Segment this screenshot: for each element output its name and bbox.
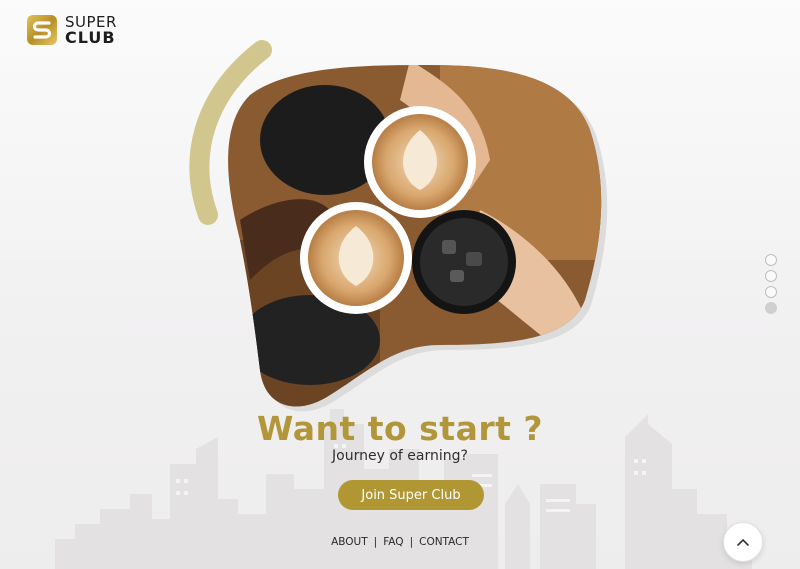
scroll-to-top-button[interactable] xyxy=(723,522,763,562)
nav-separator: | xyxy=(409,536,414,548)
footer-link-contact[interactable]: CONTACT xyxy=(419,536,469,548)
footer-nav: ABOUT | FAQ | CONTACT xyxy=(0,536,800,548)
footer-link-about[interactable]: ABOUT xyxy=(331,536,368,548)
nav-separator: | xyxy=(373,536,378,548)
s-monogram-icon xyxy=(27,15,57,45)
logo[interactable]: SUPER CLUB xyxy=(26,14,117,46)
footer-link-faq[interactable]: FAQ xyxy=(383,536,403,548)
hero-headline: Want to start ? xyxy=(256,409,544,448)
slider-dot-3[interactable] xyxy=(765,286,777,298)
slider-dot-2[interactable] xyxy=(765,270,777,282)
brand-name: SUPER CLUB xyxy=(65,15,117,47)
slider-dot-4[interactable] xyxy=(765,302,777,314)
brand-line-2: CLUB xyxy=(65,28,116,47)
coffee-cheers-photo xyxy=(189,40,608,412)
join-super-club-button[interactable]: Join Super Club xyxy=(338,480,484,510)
slider-pagination xyxy=(765,254,777,314)
hero-subheadline: Journey of earning? xyxy=(332,448,468,464)
chevron-up-icon xyxy=(737,538,749,546)
slider-dot-1[interactable] xyxy=(765,254,777,266)
